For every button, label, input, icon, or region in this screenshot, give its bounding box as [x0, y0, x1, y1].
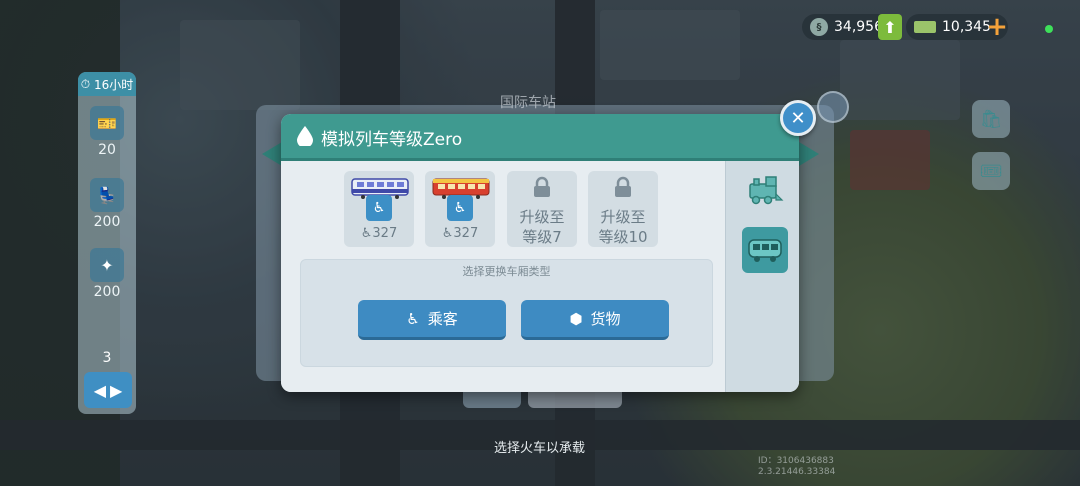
timer-badge: ⏱ 16小时 [78, 72, 136, 96]
timer-label: 16小时 [93, 77, 134, 92]
locked-line2: 等级10 [598, 228, 648, 246]
side-item-value: 20 [98, 142, 116, 158]
locked-label: 升级至 等级10 [588, 207, 658, 247]
locked-line2: 等级7 [522, 228, 562, 246]
car-slot[interactable]: ♿ ♿327 [425, 171, 495, 247]
side-item-value: 200 [93, 214, 121, 230]
side-item-value: 200 [93, 284, 121, 300]
locked-line1: 升级至 [519, 208, 565, 226]
store-bag-icon[interactable]: 🛍 [972, 100, 1010, 138]
cargo-button[interactable]: ⬢ 货物 [521, 300, 669, 340]
locked-label: 升级至 等级7 [507, 207, 577, 247]
ticket-icon[interactable]: 🎟 [972, 152, 1010, 190]
car-capacity-value: 327 [453, 226, 479, 241]
simcash-bill-icon [914, 21, 936, 33]
locomotive-icon [749, 176, 784, 205]
car-capacity: ♿327 [441, 226, 479, 241]
side-item-seat[interactable]: 💺 200 [84, 178, 130, 230]
water-drop-icon [297, 126, 313, 146]
locked-line1: 升级至 [600, 208, 646, 226]
passenger-button-label: 乘客 [427, 310, 458, 328]
station-title: 国际车站 [500, 95, 556, 111]
chevron-left-icon: ◀ [93, 380, 106, 400]
car-type-chooser: 选择更换车厢类型 ♿ 乘客 ⬢ 货物 [300, 259, 713, 367]
lock-icon [615, 176, 631, 197]
dialog-side-tabs [725, 161, 799, 392]
online-status-icon [1045, 25, 1053, 33]
passenger-seat-icon: ♿ [447, 195, 473, 221]
close-button[interactable]: ✕ [780, 100, 816, 136]
passenger-seat-icon: ♿ [366, 195, 392, 221]
level-up-arrow-icon[interactable]: ⬆ [878, 14, 902, 40]
passenger-seat-icon: ♿ [406, 309, 420, 328]
background-close-icon [817, 91, 849, 123]
page-arrows-button[interactable]: ◀ ▶ [84, 372, 132, 408]
cargo-button-label: 货物 [590, 310, 621, 328]
side-item-upgrade[interactable]: ✦ 200 [84, 248, 130, 300]
train-car-dialog: 模拟列车等级Zero ♿ ♿327 ♿ ♿327 升级至 等级7 升级至 等级1… [281, 114, 799, 392]
train-ticket-icon: 🎫 [90, 106, 124, 140]
build-id: ID：3106436883 2.3.21446.33384 [758, 456, 835, 478]
car-capacity: ♿327 [360, 226, 398, 241]
header-ribbon-right [799, 142, 819, 166]
dialog-title: 模拟列车等级Zero [321, 130, 463, 150]
car-slot[interactable]: ♿ ♿327 [344, 171, 414, 247]
locked-car-slot[interactable]: 升级至 等级7 [507, 171, 577, 247]
simoleon-coin-icon: § [810, 18, 828, 36]
chevron-right-icon: ▶ [110, 380, 123, 400]
tab-locomotive[interactable] [742, 167, 788, 213]
lock-icon [534, 176, 550, 197]
close-icon: ✕ [790, 107, 806, 129]
add-currency-icon[interactable]: + [986, 12, 1008, 42]
train-car-icon [748, 239, 782, 262]
dialog-header: 模拟列车等级Zero [281, 114, 799, 161]
side-item-ticket[interactable]: 🎫 20 [84, 106, 130, 158]
simcash-amount: 10,345 [942, 19, 991, 35]
tab-train-car[interactable] [742, 227, 788, 273]
id-line: ID：3106436883 [758, 456, 834, 466]
locked-car-slot[interactable]: 升级至 等级10 [588, 171, 658, 247]
car-capacity-value: 327 [372, 226, 398, 241]
side-count: 3 [102, 350, 112, 366]
passenger-seat-icon: 💺 [90, 178, 124, 212]
passenger-upgrade-icon: ✦ [90, 248, 124, 282]
header-ribbon-left [262, 142, 282, 166]
simoleon-amount: 34,956 [834, 19, 883, 35]
passenger-button[interactable]: ♿ 乘客 [358, 300, 506, 340]
select-train-hint: 选择火车以承载 [494, 441, 586, 456]
choose-type-label: 选择更换车厢类型 [462, 265, 551, 278]
version-line: 2.3.21446.33384 [758, 467, 836, 477]
hexagon-icon: ⬢ [569, 309, 583, 328]
dialog-body: ♿ ♿327 ♿ ♿327 升级至 等级7 升级至 等级10 选择更换车厢类型 … [281, 161, 725, 392]
